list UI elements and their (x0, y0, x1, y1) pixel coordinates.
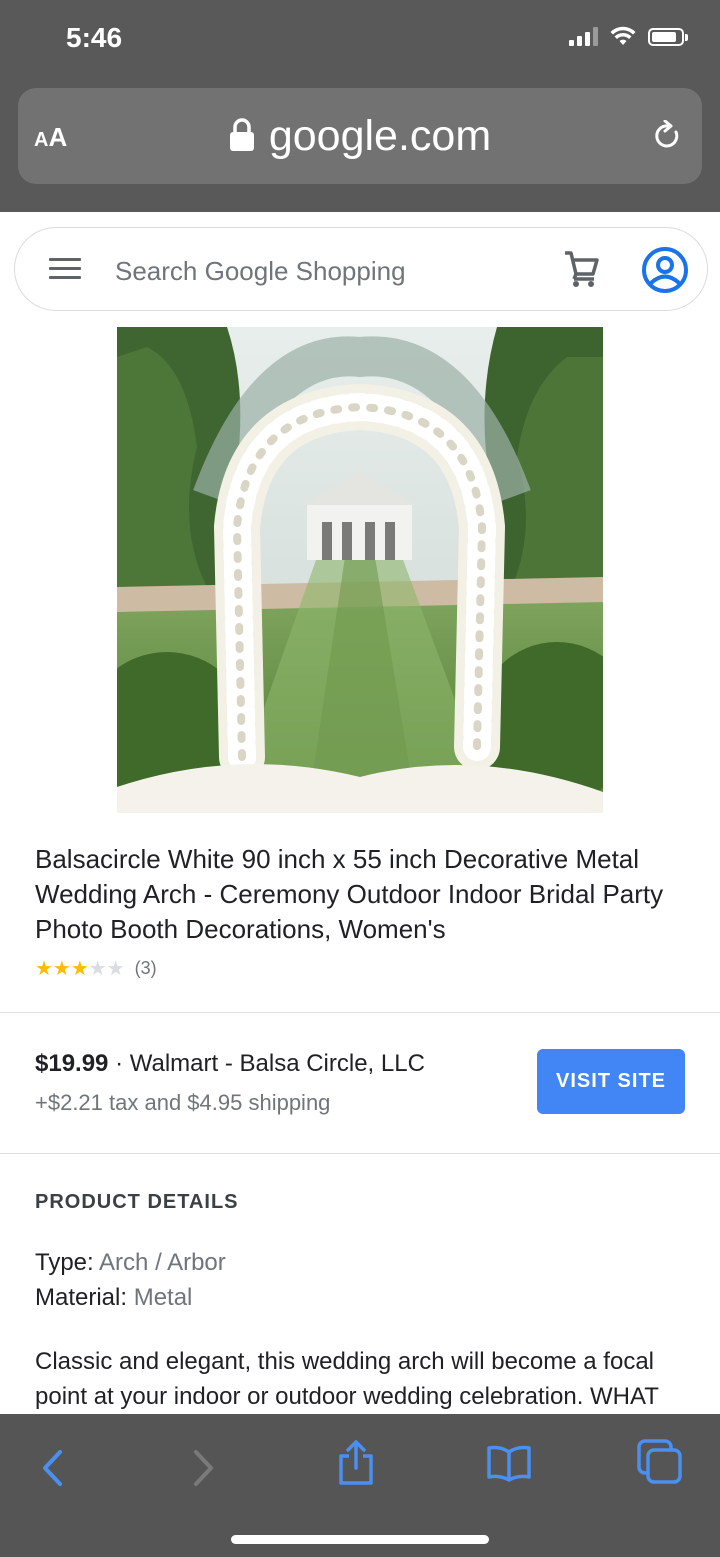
divider (0, 1012, 720, 1013)
hamburger-menu-icon[interactable] (49, 258, 81, 280)
product-description: Classic and elegant, this wedding arch w… (35, 1348, 659, 1410)
price-separator: · (108, 1050, 130, 1077)
forward-icon[interactable] (188, 1448, 218, 1488)
account-icon[interactable] (641, 246, 689, 294)
spec-type: Type: Arch / Arbor (35, 1249, 226, 1277)
shopping-cart-icon[interactable] (563, 250, 599, 288)
filled-stars: ★★★ (35, 958, 89, 980)
search-input[interactable] (113, 250, 497, 292)
shipping-info: +$2.21 tax and $4.95 shipping (35, 1090, 331, 1115)
product-image[interactable] (117, 327, 603, 813)
rating-row[interactable]: ★★★★★ (3) (35, 956, 157, 981)
spec-type-label: Type: (35, 1249, 94, 1276)
reload-icon[interactable] (654, 120, 682, 152)
browser-chrome: 5:46 AA google.com (0, 0, 720, 212)
spec-material-label: Material: (35, 1284, 128, 1311)
wedding-arch-illustration (117, 327, 603, 813)
seller-name: Walmart - Balsa Circle, LLC (129, 1050, 425, 1077)
status-time: 5:46 (66, 22, 123, 53)
bookmarks-icon[interactable] (486, 1444, 532, 1482)
divider (0, 1153, 720, 1154)
spec-type-value: Arch / Arbor (99, 1249, 226, 1276)
domain-text: google.com (268, 112, 492, 160)
home-indicator (231, 1535, 489, 1544)
product-title: Balsacircle White 90 inch x 55 inch Deco… (35, 844, 664, 944)
visit-site-button[interactable]: VISIT SITE (537, 1049, 685, 1114)
shopping-search-bar (14, 227, 708, 311)
lock-icon (229, 117, 254, 151)
price: $19.99 (35, 1050, 109, 1077)
tabs-icon[interactable] (636, 1438, 684, 1486)
spec-material-value: Metal (133, 1284, 193, 1311)
address-bar[interactable]: AA google.com (18, 88, 702, 184)
product-details-heading: PRODUCT DETAILS (35, 1191, 239, 1213)
share-icon[interactable] (336, 1438, 376, 1486)
status-icons (569, 26, 688, 46)
wifi-icon (610, 26, 636, 45)
cellular-signal-icon (569, 26, 598, 46)
offer-line: $19.99 · Walmart - Balsa Circle, LLC (35, 1050, 425, 1078)
url-domain[interactable]: google.com (18, 112, 702, 161)
star-rating: ★★★★★ (35, 956, 125, 981)
battery-icon (648, 28, 688, 46)
back-icon[interactable] (38, 1448, 68, 1488)
empty-stars: ★★ (88, 958, 125, 980)
review-count: (3) (134, 958, 157, 978)
spec-material: Material: Metal (35, 1284, 192, 1312)
